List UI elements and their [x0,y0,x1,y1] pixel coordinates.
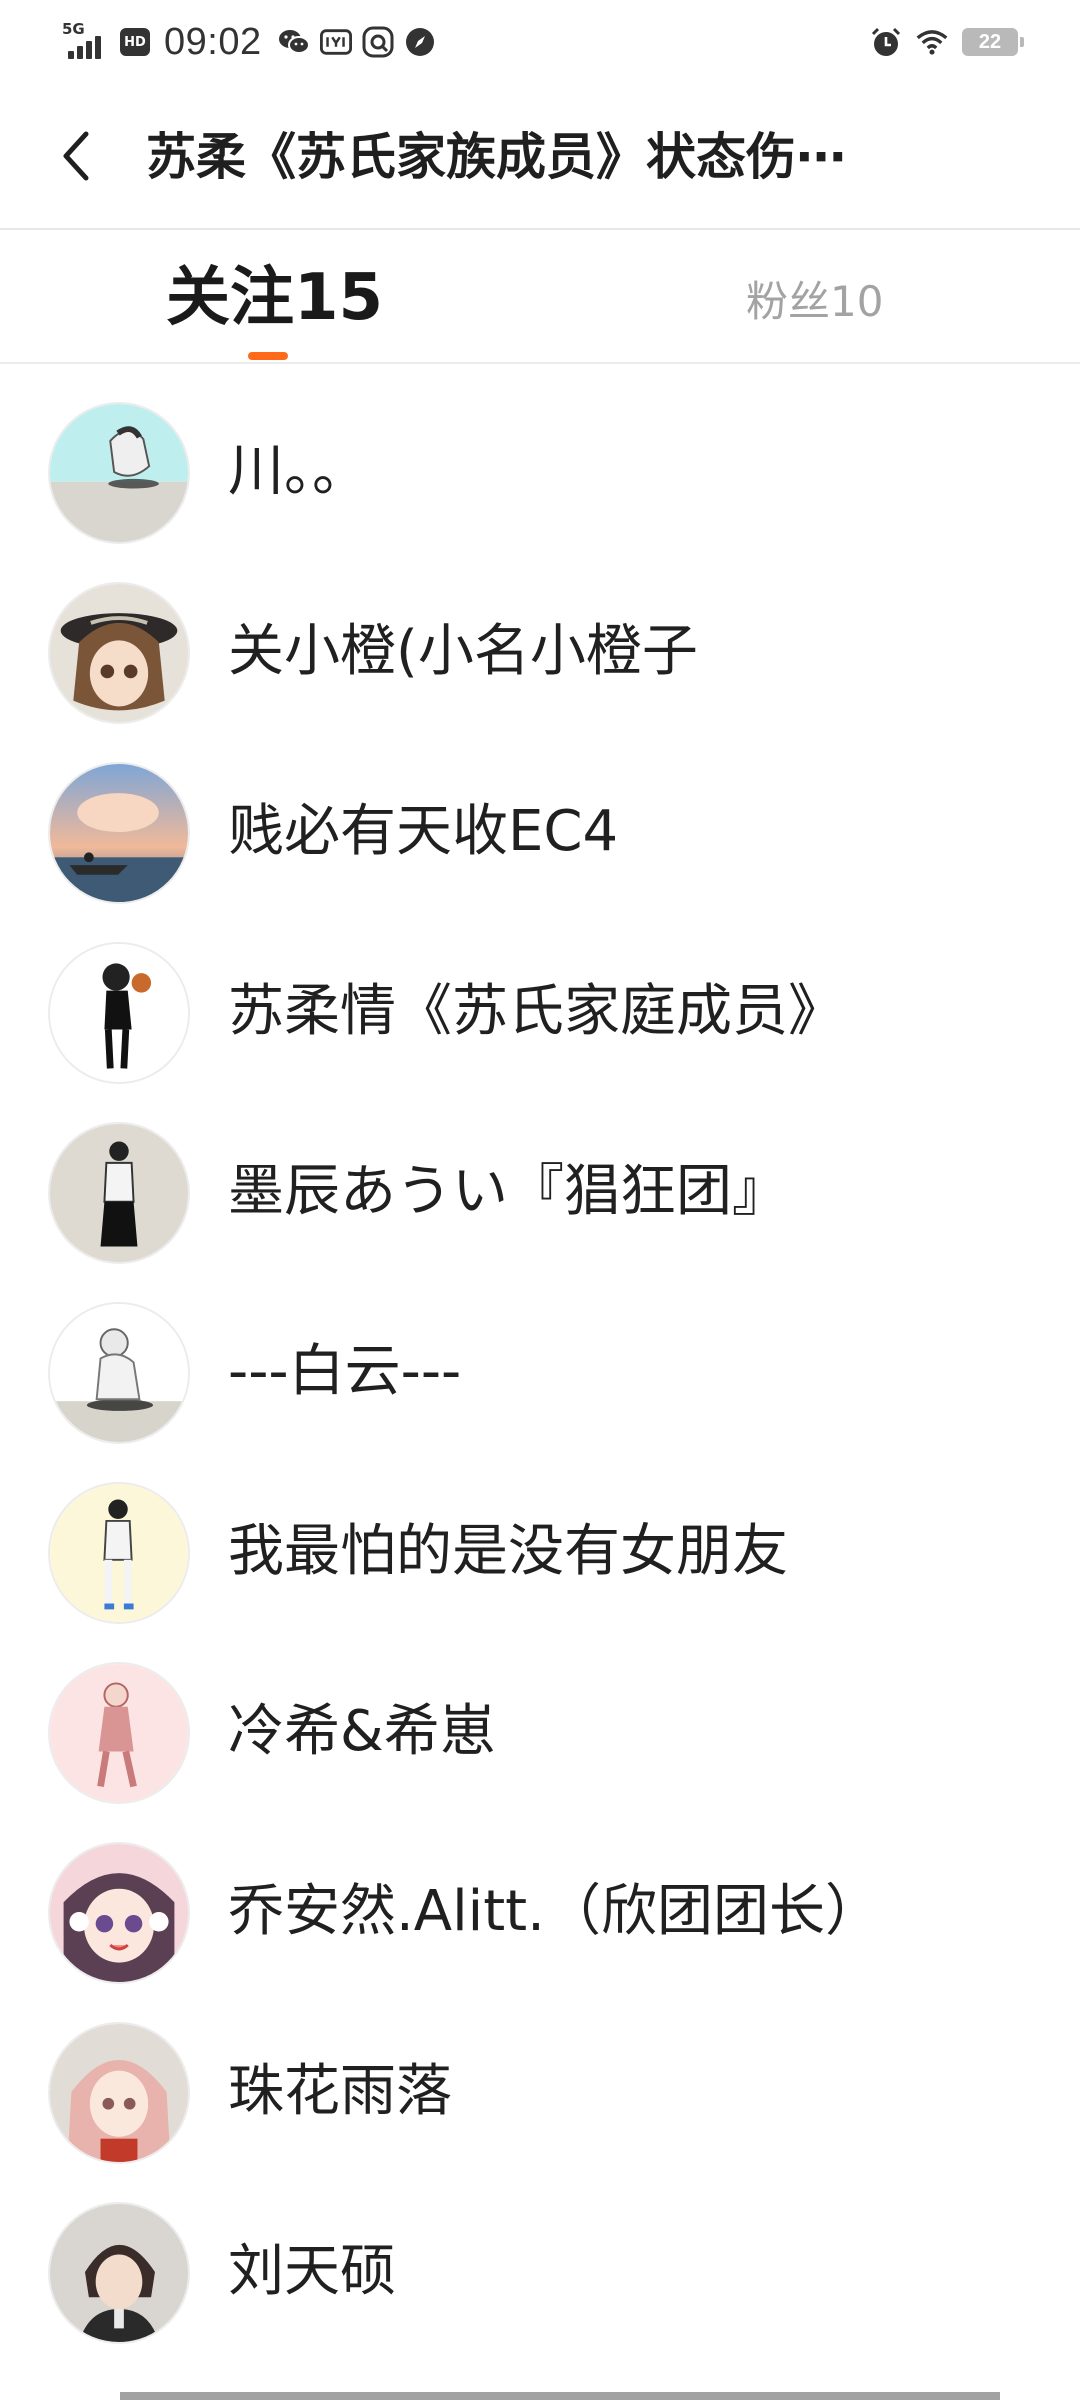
wechat-icon [278,26,310,58]
list-item[interactable]: 川。。 [0,364,1080,544]
user-name: 乔安然.Alitt.（欣团团长） [228,1879,881,1944]
iqiyi-icon [319,26,352,58]
following-list: 川。。 关小橙(小名小橙子 贱必有天收EC4 苏柔情《苏氏家庭成员》 墨辰あうい… [0,364,1080,2344]
hd-icon: HD [120,28,150,56]
avatar [48,942,190,1084]
avatar [48,1482,190,1624]
avatar [48,2022,190,2164]
battery-level: 22 [978,30,1002,53]
user-name: 苏柔情《苏氏家庭成员》 [228,979,844,1044]
battery-icon: 22 [962,28,1024,56]
avatar [48,402,190,544]
list-item[interactable]: 刘天硕 [0,2164,1080,2344]
user-name: ---白云--- [228,1339,462,1404]
signal-icon: 5G [62,22,110,62]
status-bar: 5G HD 09:02 22 [0,0,1080,84]
user-name: 关小橙(小名小橙子 [228,619,698,684]
list-item[interactable]: 关小橙(小名小橙子 [0,544,1080,724]
tab-bar: 关注15 粉丝10 [0,230,1080,364]
status-bar-right: 22 [870,22,1024,62]
list-item[interactable]: 珠花雨落 [0,1984,1080,2164]
back-button[interactable] [46,124,106,188]
avatar [48,762,190,904]
status-bar-left: 5G HD 09:02 [62,18,436,66]
video-app-icon [362,26,394,58]
wifi-icon [916,26,948,58]
list-item[interactable]: 苏柔情《苏氏家庭成员》 [0,904,1080,1084]
clock: 09:02 [164,20,262,63]
avatar [48,1842,190,1984]
list-item[interactable]: 贱必有天收EC4 [0,724,1080,904]
alarm-icon [870,26,902,58]
page-title: 苏柔《苏氏家族成员》状态伤⋯ [146,128,846,186]
avatar [48,1122,190,1264]
tab-active-indicator [248,352,288,360]
avatar [48,582,190,724]
user-name: 我最怕的是没有女朋友 [228,1519,788,1584]
user-name: 珠花雨落 [228,2059,452,2124]
network-type: 5G [62,20,85,38]
user-name: 冷希&希崽 [228,1699,496,1764]
avatar [48,2202,190,2344]
list-item[interactable]: ---白云--- [0,1264,1080,1444]
list-item[interactable]: 乔安然.Alitt.（欣团团长） [0,1804,1080,1984]
following-list-screen: 5G HD 09:02 22 苏柔《苏氏家族成员》状态伤⋯ 关注15 粉丝10 … [0,0,1080,2400]
tab-fans[interactable]: 粉丝10 [746,274,883,330]
tab-following[interactable]: 关注15 [166,260,383,336]
avatar [48,1662,190,1804]
compass-icon [404,26,436,58]
list-item[interactable]: 我最怕的是没有女朋友 [0,1444,1080,1624]
list-item[interactable]: 冷希&希崽 [0,1624,1080,1804]
chevron-left-icon [63,131,89,181]
user-name: 刘天硕 [228,2239,396,2304]
next-item-peek [120,2392,1000,2400]
user-name: 墨辰あうい『猖狂团』 [228,1159,788,1224]
avatar [48,1302,190,1444]
user-name: 贱必有天收EC4 [228,799,619,864]
title-bar: 苏柔《苏氏家族成员》状态伤⋯ [0,84,1080,230]
user-name: 川。。 [228,439,368,504]
list-item[interactable]: 墨辰あうい『猖狂团』 [0,1084,1080,1264]
